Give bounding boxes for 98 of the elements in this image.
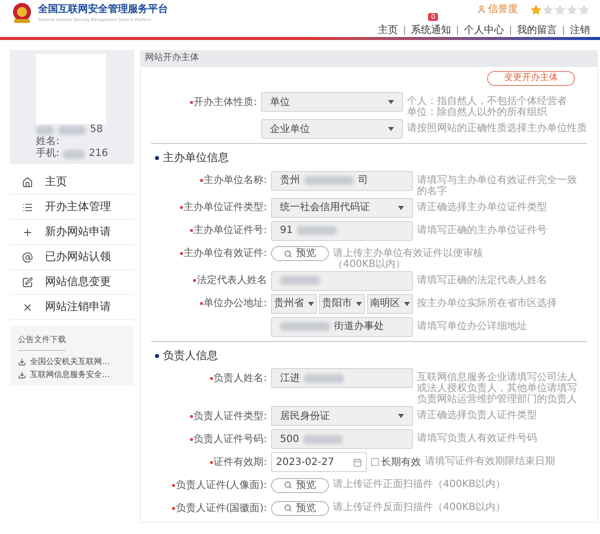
preview-button[interactable]: 预览 bbox=[271, 478, 329, 492]
nav-link[interactable]: 注销 bbox=[570, 25, 590, 36]
checkbox[interactable]: 长期有效 bbox=[371, 454, 421, 470]
search-icon bbox=[284, 250, 292, 258]
field-label: 负责人证件号码: bbox=[194, 432, 267, 446]
nav-link[interactable]: 主页 bbox=[378, 25, 398, 36]
field-label: 证件有效期: bbox=[214, 456, 267, 470]
avatar bbox=[36, 54, 106, 124]
home-icon bbox=[22, 176, 33, 188]
download-icon bbox=[18, 370, 26, 378]
download-link[interactable]: 互联网信息服务安全... bbox=[18, 368, 126, 381]
date-field[interactable]: 2023-02-27 bbox=[271, 452, 367, 472]
field-label: 法定代表人姓名 bbox=[197, 274, 267, 288]
text-field[interactable]: 贵州 司 bbox=[271, 170, 413, 190]
field-label: 负责人证件(人像面): bbox=[176, 478, 267, 492]
dropdown-caret-icon bbox=[356, 302, 362, 306]
field-label: 负责人证件(国徽面): bbox=[176, 502, 267, 516]
field-label: 开办主体性质: bbox=[194, 96, 257, 110]
download-link[interactable]: 全国公安机关互联网... bbox=[18, 355, 126, 368]
field-label: 主办单位证件类型: bbox=[184, 200, 267, 215]
text-field[interactable]: 91 bbox=[271, 220, 413, 240]
blurred-text bbox=[304, 176, 354, 185]
select-field[interactable]: 贵州省 bbox=[271, 294, 317, 314]
hint-text: 请正确选择主办单位证件类型 bbox=[417, 202, 547, 212]
site-title: 全国互联网安全管理服务平台 bbox=[38, 2, 168, 17]
plus-icon bbox=[22, 226, 33, 238]
select-field[interactable]: 单位 bbox=[261, 92, 403, 112]
hint-text: 互联网信息服务企业请填写公司法人或法人授权负责人，其他单位请填写负责网站运营维护管理部门的负责人 bbox=[417, 372, 578, 405]
blurred-text bbox=[280, 322, 330, 331]
downloads-title: 公告文件下载 bbox=[18, 334, 66, 351]
dropdown-caret-icon bbox=[398, 414, 404, 418]
select-field[interactable]: 南明区 bbox=[367, 294, 413, 314]
list-icon bbox=[22, 202, 33, 212]
panel-title: 网站开办主体 bbox=[145, 52, 199, 66]
calendar-icon bbox=[353, 458, 362, 466]
field-label: 主办单位名称: bbox=[204, 174, 267, 188]
select-field[interactable]: 企业单位 bbox=[261, 119, 403, 139]
reputation-label: 信誉度 bbox=[477, 2, 518, 17]
section-bullet bbox=[155, 156, 159, 160]
hint-text: 请填写单位办公详细地址 bbox=[417, 320, 527, 332]
profile-label: 姓名: bbox=[36, 136, 60, 148]
hint-text: 个人：指自然人，不包括个体经营者 bbox=[407, 96, 567, 107]
hint-text: 请填写正确的法定代表人姓名 bbox=[417, 274, 547, 286]
blurred-text bbox=[280, 276, 320, 285]
preview-button[interactable]: 预览 bbox=[271, 500, 329, 516]
hint-text: 请填写正确的主办单位证件号 bbox=[417, 224, 547, 236]
text-field[interactable]: 街道办事处 bbox=[271, 316, 413, 336]
dropdown-caret-icon bbox=[388, 127, 394, 131]
blurred-text bbox=[58, 126, 86, 134]
preview-button[interactable]: 预览 bbox=[271, 246, 329, 261]
text-field[interactable]: 500 bbox=[271, 429, 413, 449]
hint-text: 请填写证件有效期限结束日期 bbox=[425, 456, 555, 467]
profile-label: 手机: bbox=[36, 148, 60, 160]
blurred-text bbox=[36, 126, 54, 134]
blurred-text bbox=[304, 374, 344, 382]
field-label: 负责人姓名: bbox=[214, 372, 267, 386]
nav-link[interactable]: 我的留言 bbox=[517, 25, 557, 36]
change-owner-button[interactable]: 变更开办主体 bbox=[487, 71, 575, 86]
close-icon bbox=[22, 302, 33, 312]
section-title: 主办单位信息 bbox=[163, 150, 229, 166]
search-icon bbox=[284, 504, 292, 512]
select-field[interactable]: 贵阳市 bbox=[319, 294, 365, 314]
dropdown-caret-icon bbox=[308, 302, 314, 306]
profile-value: 58 bbox=[90, 124, 103, 136]
at-sign-icon bbox=[22, 252, 33, 262]
hint-text: 单位：除自然人以外的所有组织 bbox=[407, 107, 548, 118]
edit-icon bbox=[22, 276, 33, 288]
emblem-icon bbox=[10, 2, 34, 24]
section-title: 负责人信息 bbox=[163, 348, 218, 364]
hint-text: 请上传证件正面扫描件（400KB以内） bbox=[333, 479, 506, 490]
blurred-text bbox=[296, 226, 337, 235]
select-field[interactable]: 统一社会信用代码证 bbox=[271, 198, 413, 218]
text-field[interactable] bbox=[271, 270, 413, 290]
blurred-text bbox=[303, 434, 344, 444]
field-label: 主办单位证件号: bbox=[194, 224, 267, 238]
blurred-text bbox=[63, 150, 85, 158]
dropdown-caret-icon bbox=[388, 100, 394, 104]
profile-value: 216 bbox=[88, 148, 108, 160]
text-field[interactable]: 江进 bbox=[271, 368, 413, 388]
download-icon bbox=[18, 358, 26, 366]
dropdown-caret-icon bbox=[398, 206, 404, 210]
hint-text: 请正确选择负责人证件类型 bbox=[417, 410, 537, 421]
field-label: 负责人证件类型: bbox=[194, 410, 267, 424]
hint-text: 请按照网站的正确性质选择主办单位性质 bbox=[407, 123, 587, 134]
person-icon bbox=[477, 5, 486, 14]
section-bullet bbox=[155, 354, 159, 358]
hint-text: 请填写负责人有效证件号码 bbox=[417, 433, 537, 444]
nav-link[interactable]: 系统通知 bbox=[411, 25, 451, 36]
hint-text: 按主办单位实际所在省市区选择 bbox=[417, 298, 557, 308]
select-field[interactable]: 居民身份证 bbox=[271, 406, 413, 426]
dropdown-caret-icon bbox=[404, 302, 410, 306]
hint-text: 请上传主办单位有效证件以便审核（400KB以内） bbox=[333, 248, 484, 270]
field-label: 单位办公地址: bbox=[204, 296, 267, 311]
nav-link[interactable]: 个人中心 bbox=[464, 25, 504, 36]
hint-text: 请填写与主办单位有效证件完全一致的名字 bbox=[417, 174, 578, 196]
field-label: 主办单位有效证件: bbox=[184, 246, 267, 261]
search-icon bbox=[284, 481, 292, 489]
hint-text: 请上传证件反面扫描件（400KB以内） bbox=[333, 502, 506, 513]
